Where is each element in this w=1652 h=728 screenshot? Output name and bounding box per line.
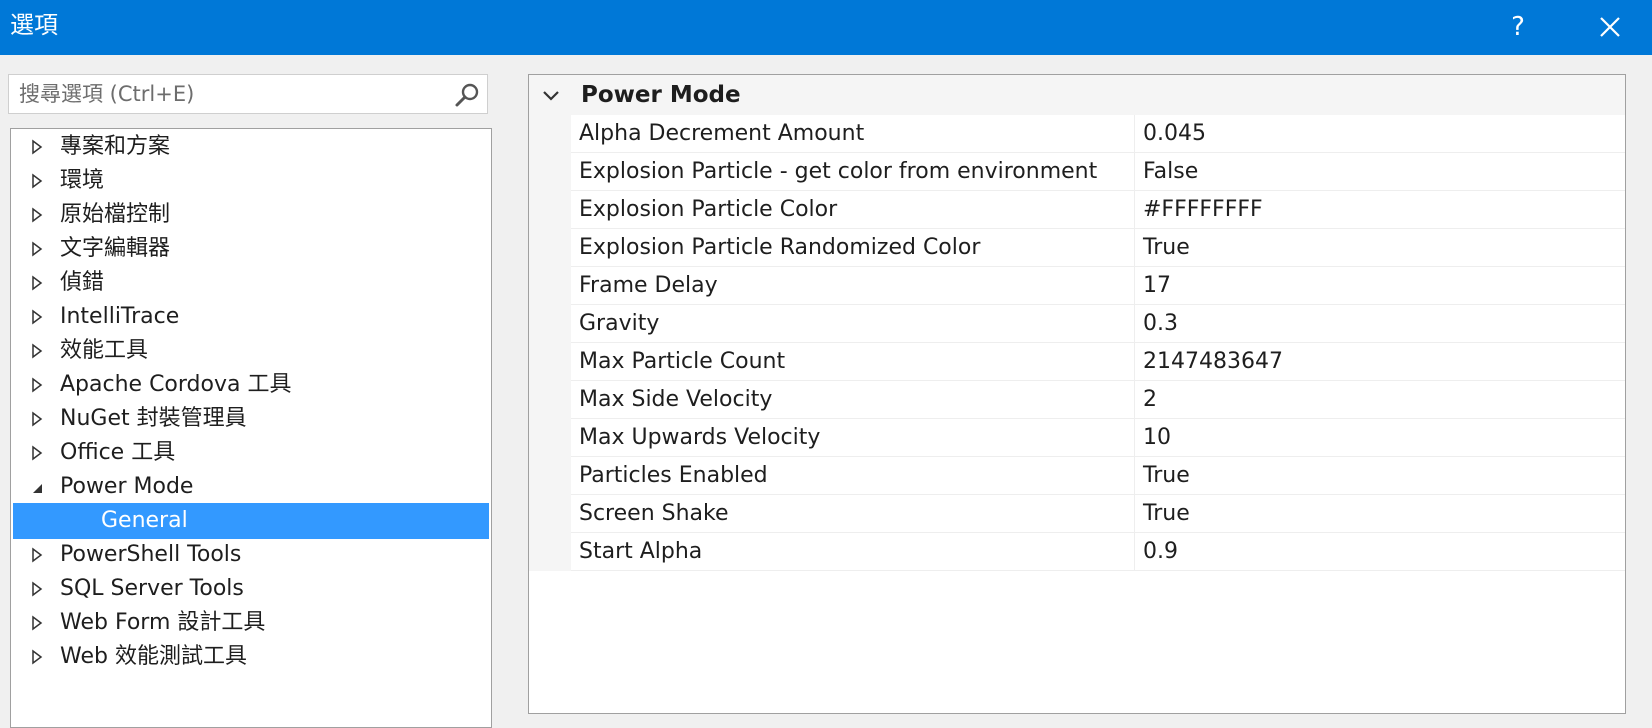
tree-item-label: Power Mode bbox=[60, 474, 194, 499]
property-value[interactable]: True bbox=[1134, 229, 1625, 266]
chevron-down-icon[interactable] bbox=[541, 86, 561, 104]
tree-item-label: Office 工具 bbox=[60, 440, 176, 465]
property-row[interactable]: Screen Shake True bbox=[571, 495, 1625, 533]
tree-item-label: 專案和方案 bbox=[60, 134, 171, 159]
expanded-triangle-icon[interactable] bbox=[31, 479, 43, 495]
property-name: Max Particle Count bbox=[579, 349, 786, 374]
tree-item-label: General bbox=[101, 508, 188, 533]
property-row[interactable]: Max Particle Count 2147483647 bbox=[571, 343, 1625, 381]
tree-item[interactable]: 專案和方案 bbox=[11, 129, 489, 165]
property-value[interactable]: #FFFFFFFF bbox=[1134, 191, 1625, 228]
collapsed-triangle-icon[interactable] bbox=[31, 615, 43, 631]
property-value[interactable]: 0.9 bbox=[1134, 533, 1625, 570]
property-row[interactable]: Explosion Particle Randomized Color True bbox=[571, 229, 1625, 267]
collapsed-triangle-icon[interactable] bbox=[31, 241, 43, 257]
property-name: Explosion Particle Randomized Color bbox=[579, 235, 981, 260]
title-bar: 選項 ? bbox=[0, 0, 1652, 55]
tree-item-label: Web Form 設計工具 bbox=[60, 610, 266, 635]
tree-item-label: 效能工具 bbox=[60, 338, 149, 363]
tree-item[interactable]: Power Mode bbox=[11, 469, 489, 505]
tree-item-label: Apache Cordova 工具 bbox=[60, 372, 292, 397]
close-icon bbox=[1600, 17, 1620, 37]
property-grid: Power Mode Alpha Decrement Amount 0.045 Ex… bbox=[528, 74, 1626, 714]
property-name: Frame Delay bbox=[579, 273, 718, 298]
category-label: Power Mode bbox=[581, 82, 741, 108]
property-value[interactable]: 2147483647 bbox=[1134, 343, 1625, 380]
collapsed-triangle-icon[interactable] bbox=[31, 411, 43, 427]
collapsed-triangle-icon[interactable] bbox=[31, 581, 43, 597]
property-value[interactable]: True bbox=[1134, 495, 1625, 532]
property-row[interactable]: Alpha Decrement Amount 0.045 bbox=[571, 115, 1625, 153]
property-grid-margin bbox=[529, 115, 571, 571]
tree-item-label: SQL Server Tools bbox=[60, 576, 244, 601]
tree-item-label: NuGet 封裝管理員 bbox=[60, 406, 247, 431]
property-row[interactable]: Start Alpha 0.9 bbox=[571, 533, 1625, 571]
collapsed-triangle-icon[interactable] bbox=[31, 445, 43, 461]
property-row[interactable]: Explosion Particle - get color from envi… bbox=[571, 153, 1625, 191]
property-row[interactable]: Explosion Particle Color #FFFFFFFF bbox=[571, 191, 1625, 229]
property-name: Explosion Particle - get color from envi… bbox=[579, 159, 1098, 184]
tree-item[interactable]: Apache Cordova 工具 bbox=[11, 367, 489, 403]
property-value[interactable]: 10 bbox=[1134, 419, 1625, 456]
collapsed-triangle-icon[interactable] bbox=[31, 139, 43, 155]
tree-item[interactable]: 偵錯 bbox=[11, 265, 489, 301]
tree-item-label: Web 效能測試工具 bbox=[60, 644, 247, 669]
tree-item[interactable]: 環境 bbox=[11, 163, 489, 199]
tree-item-label: PowerShell Tools bbox=[60, 542, 242, 567]
property-value[interactable]: False bbox=[1134, 153, 1625, 190]
search-input[interactable] bbox=[9, 75, 449, 113]
tree-item[interactable]: Web 效能測試工具 bbox=[11, 639, 489, 675]
property-name: Start Alpha bbox=[579, 539, 703, 564]
collapsed-triangle-icon[interactable] bbox=[31, 173, 43, 189]
tree-item-label: IntelliTrace bbox=[60, 304, 180, 329]
search-box bbox=[8, 74, 488, 114]
property-value[interactable]: 17 bbox=[1134, 267, 1625, 304]
tree-item[interactable]: 效能工具 bbox=[11, 333, 489, 369]
property-value[interactable]: True bbox=[1134, 457, 1625, 494]
tree-item-label: 原始檔控制 bbox=[60, 202, 171, 227]
help-button[interactable]: ? bbox=[1492, 4, 1544, 50]
tree-item[interactable]: NuGet 封裝管理員 bbox=[11, 401, 489, 437]
property-row[interactable]: Max Side Velocity 2 bbox=[571, 381, 1625, 419]
search-icon[interactable] bbox=[453, 81, 481, 109]
tree-item-label: 文字編輯器 bbox=[60, 236, 171, 261]
property-row[interactable]: Gravity 0.3 bbox=[571, 305, 1625, 343]
category-row-power-mode[interactable]: Power Mode bbox=[529, 75, 1625, 115]
collapsed-triangle-icon[interactable] bbox=[31, 309, 43, 325]
tree-item[interactable]: Web Form 設計工具 bbox=[11, 605, 489, 641]
collapsed-triangle-icon[interactable] bbox=[31, 649, 43, 665]
tree-item[interactable]: IntelliTrace bbox=[11, 299, 489, 335]
property-name: Explosion Particle Color bbox=[579, 197, 838, 222]
tree-item-label: 環境 bbox=[60, 168, 105, 193]
options-tree: 專案和方案環境原始檔控制文字編輯器偵錯 IntelliTrace 效能工具 Apach… bbox=[10, 128, 492, 728]
tree-item[interactable]: SQL Server Tools bbox=[11, 571, 489, 607]
collapsed-triangle-icon[interactable] bbox=[31, 547, 43, 563]
property-value[interactable]: 0.045 bbox=[1134, 115, 1625, 152]
property-row[interactable]: Frame Delay 17 bbox=[571, 267, 1625, 305]
collapsed-triangle-icon[interactable] bbox=[31, 207, 43, 223]
property-name: Screen Shake bbox=[579, 501, 729, 526]
tree-item-label: 偵錯 bbox=[60, 270, 105, 295]
tree-item-child[interactable]: General bbox=[13, 503, 489, 539]
tree-item[interactable]: 文字編輯器 bbox=[11, 231, 489, 267]
tree-item[interactable]: 原始檔控制 bbox=[11, 197, 489, 233]
collapsed-triangle-icon[interactable] bbox=[31, 377, 43, 393]
property-name: Max Side Velocity bbox=[579, 387, 773, 412]
tree-item[interactable]: PowerShell Tools bbox=[11, 537, 489, 573]
property-value[interactable]: 2 bbox=[1134, 381, 1625, 418]
collapsed-triangle-icon[interactable] bbox=[31, 343, 43, 359]
tree-item[interactable]: Office 工具 bbox=[11, 435, 489, 471]
property-row[interactable]: Particles Enabled True bbox=[571, 457, 1625, 495]
window-title: 選項 bbox=[10, 11, 58, 39]
close-button[interactable] bbox=[1584, 4, 1636, 50]
property-value[interactable]: 0.3 bbox=[1134, 305, 1625, 342]
property-name: Particles Enabled bbox=[579, 463, 768, 488]
property-name: Alpha Decrement Amount bbox=[579, 121, 865, 146]
property-name: Gravity bbox=[579, 311, 660, 336]
collapsed-triangle-icon[interactable] bbox=[31, 275, 43, 291]
property-name: Max Upwards Velocity bbox=[579, 425, 821, 450]
property-row[interactable]: Max Upwards Velocity 10 bbox=[571, 419, 1625, 457]
